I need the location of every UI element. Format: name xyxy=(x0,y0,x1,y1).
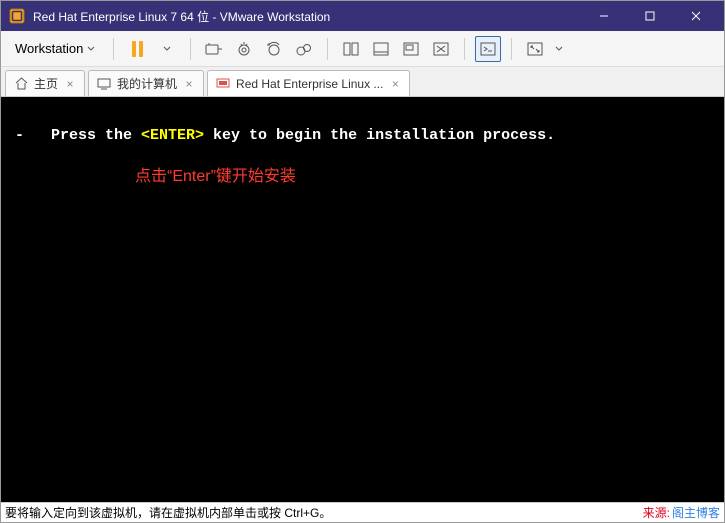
chevron-down-icon xyxy=(87,46,95,51)
close-button[interactable] xyxy=(674,2,718,30)
tab-home-label: 主页 xyxy=(34,75,58,92)
toolbar-separator xyxy=(113,38,114,60)
fit-guest-button[interactable] xyxy=(522,36,548,62)
status-bar: 要将输入定向到该虚拟机，请在虚拟机内部单击或按 Ctrl+G。 来源: 阁主博客 xyxy=(1,502,724,522)
close-icon[interactable]: × xyxy=(389,78,401,90)
monitor-icon xyxy=(97,77,111,91)
view-stretch-icon xyxy=(433,42,449,56)
fullscreen-view-button[interactable] xyxy=(338,36,364,62)
revert-snapshot-button[interactable] xyxy=(261,36,287,62)
annotation-text: 点击“Enter”键开始安装 xyxy=(135,162,710,186)
console-icon xyxy=(480,42,496,56)
toolbar: Workstation xyxy=(1,31,724,67)
unity-view-button[interactable] xyxy=(368,36,394,62)
tab-my-computer[interactable]: 我的计算机 × xyxy=(88,70,204,96)
snapshot-button[interactable] xyxy=(231,36,257,62)
titlebar: Red Hat Enterprise Linux 7 64 位 - VMware… xyxy=(1,1,724,31)
installer-prompt-line: - Press the <ENTER> key to begin the ins… xyxy=(15,127,710,144)
workstation-menu-label: Workstation xyxy=(15,41,83,56)
send-cad-icon xyxy=(205,41,223,57)
maximize-button[interactable] xyxy=(628,2,672,30)
view-unity-icon xyxy=(373,42,389,56)
pause-button[interactable] xyxy=(124,36,150,62)
thumbnail-view-button[interactable] xyxy=(398,36,424,62)
fit-dropdown[interactable] xyxy=(552,36,566,62)
fit-icon xyxy=(527,42,543,56)
toolbar-separator xyxy=(327,38,328,60)
watermark: 来源: 阁主博客 xyxy=(643,504,720,521)
snapshot-manager-button[interactable] xyxy=(291,36,317,62)
vm-console[interactable]: - Press the <ENTER> key to begin the ins… xyxy=(1,97,724,502)
power-dropdown[interactable] xyxy=(154,36,180,62)
vm-icon xyxy=(216,77,230,91)
window-title: Red Hat Enterprise Linux 7 64 位 - VMware… xyxy=(33,8,582,25)
enter-key-highlight: <ENTER> xyxy=(141,127,204,144)
send-ctrl-alt-del-button[interactable] xyxy=(201,36,227,62)
watermark-blog: 阁主博客 xyxy=(672,504,720,521)
snapshot-manager-icon xyxy=(296,41,312,57)
stretch-view-button[interactable] xyxy=(428,36,454,62)
revert-icon xyxy=(266,41,282,57)
pause-icon xyxy=(132,41,143,57)
chevron-down-icon xyxy=(555,46,563,51)
vmware-app-icon xyxy=(9,8,25,24)
home-icon xyxy=(14,77,28,91)
snapshot-icon xyxy=(236,41,252,57)
workstation-menu[interactable]: Workstation xyxy=(7,37,103,60)
tab-vm-label: Red Hat Enterprise Linux ... xyxy=(236,77,383,91)
tab-home[interactable]: 主页 × xyxy=(5,70,85,96)
close-icon[interactable]: × xyxy=(64,78,76,90)
toolbar-separator xyxy=(190,38,191,60)
tab-my-computer-label: 我的计算机 xyxy=(117,75,177,92)
console-view-button[interactable] xyxy=(475,36,501,62)
toolbar-separator xyxy=(511,38,512,60)
close-icon[interactable]: × xyxy=(183,78,195,90)
status-text: 要将输入定向到该虚拟机，请在虚拟机内部单击或按 Ctrl+G。 xyxy=(5,504,643,521)
prompt-suffix: key to begin the installation process. xyxy=(204,127,555,144)
view-thumb-icon xyxy=(403,42,419,56)
toolbar-separator xyxy=(464,38,465,60)
tab-vm-rhel[interactable]: Red Hat Enterprise Linux ... × xyxy=(207,70,410,96)
tab-bar: 主页 × 我的计算机 × Red Hat Enterprise Linux ..… xyxy=(1,67,724,97)
chevron-down-icon xyxy=(163,46,171,51)
view-single-icon xyxy=(343,42,359,56)
minimize-button[interactable] xyxy=(582,2,626,30)
window-controls xyxy=(582,2,718,30)
watermark-source: 来源: xyxy=(643,504,670,521)
prompt-prefix: - Press the xyxy=(15,127,141,144)
